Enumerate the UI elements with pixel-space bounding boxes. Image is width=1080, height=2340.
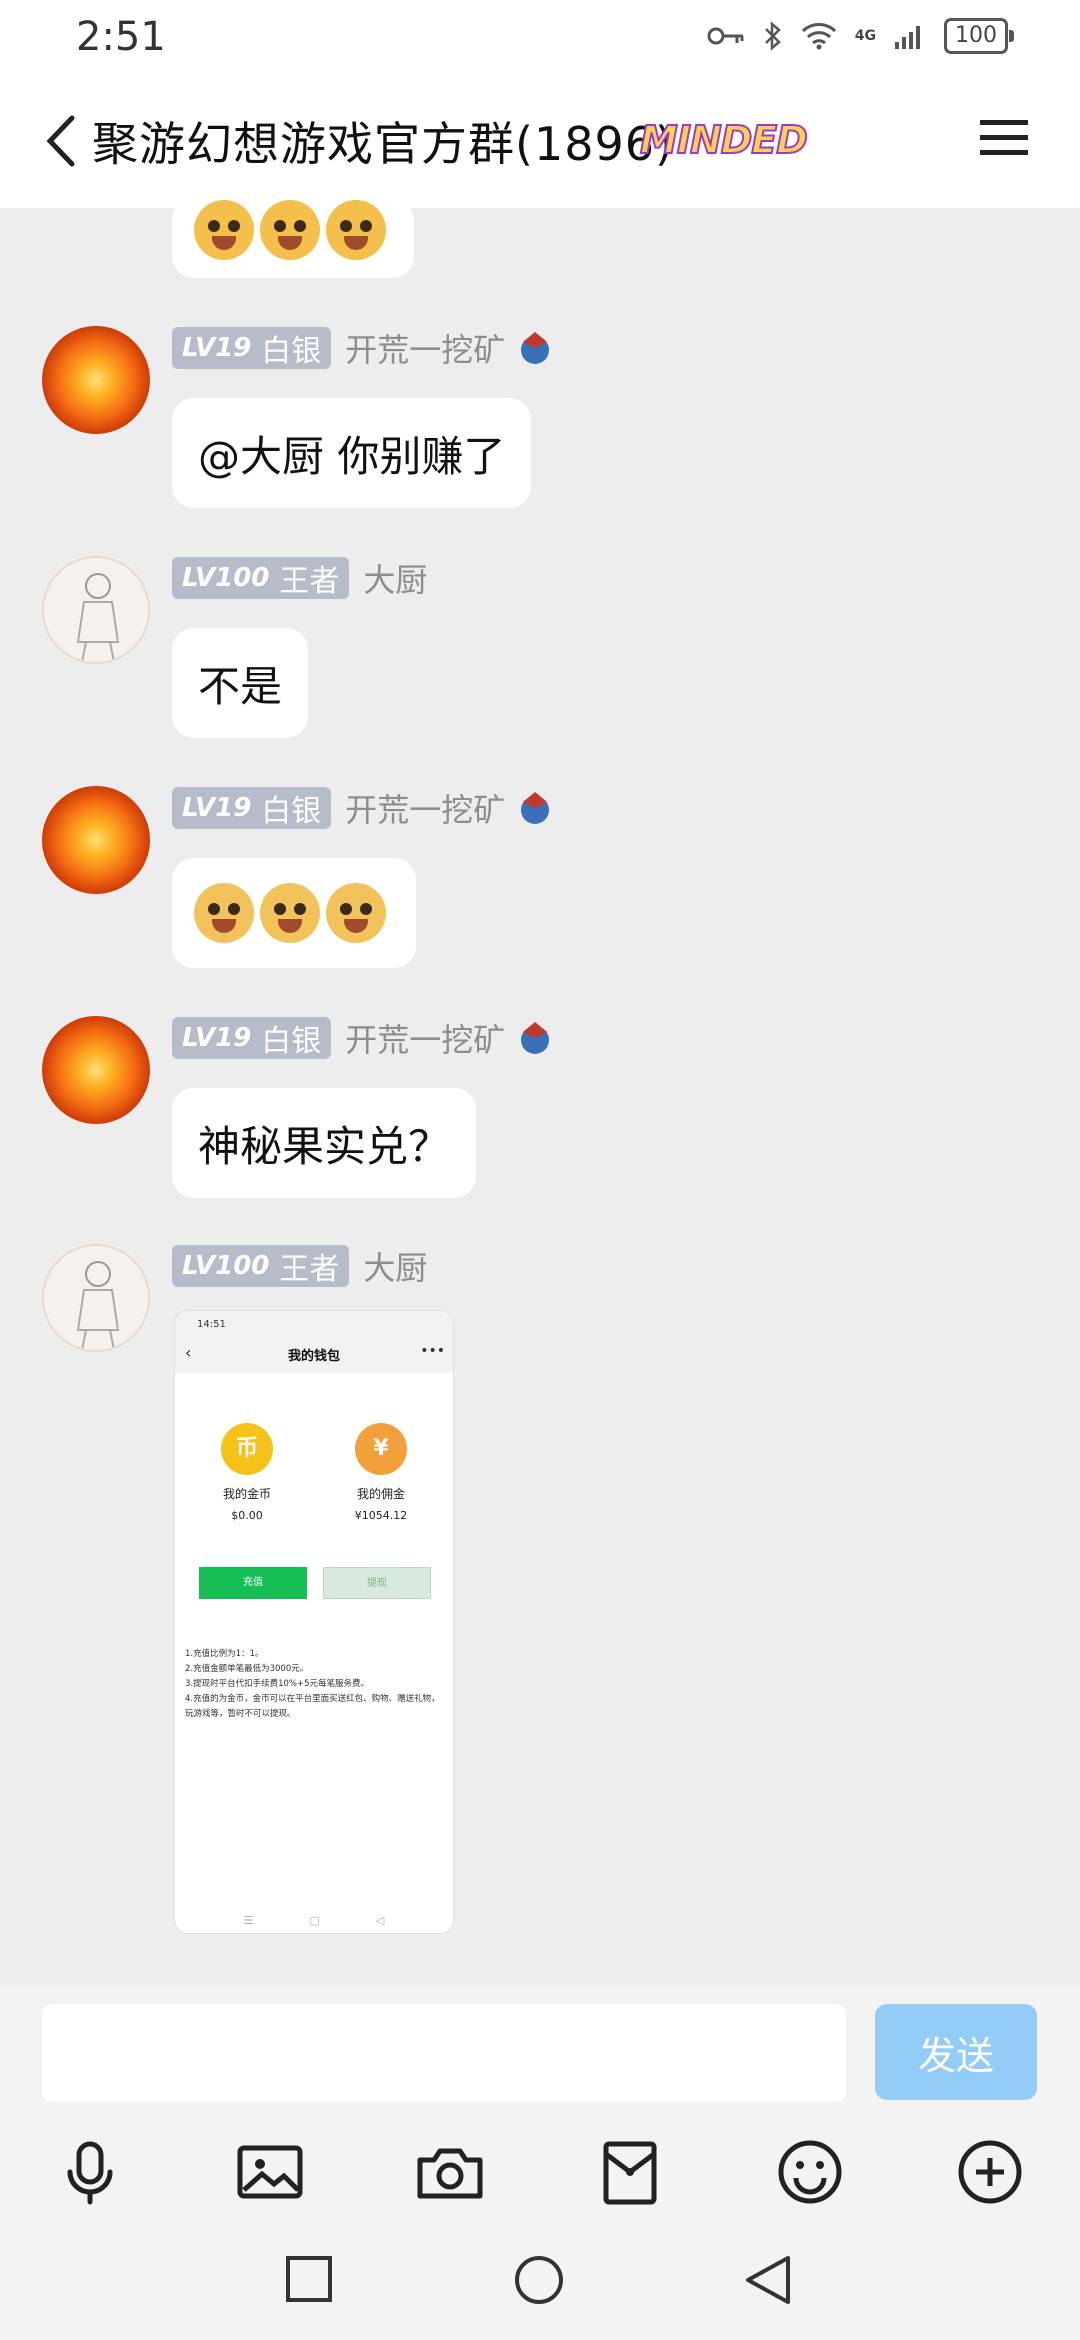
emoji-bubble[interactable]: [172, 198, 414, 278]
sender-meta: LV19 白银 开荒一挖矿: [172, 1016, 555, 1060]
thumb-withdraw-button: 提现: [323, 1567, 431, 1599]
status-time: 2:51: [76, 14, 166, 60]
message-bubble[interactable]: 不是: [172, 628, 309, 738]
sender-nickname[interactable]: 开荒一挖矿: [345, 1015, 505, 1061]
dog-face-emoji: [260, 883, 320, 943]
dragon-medal-icon: [521, 792, 550, 824]
recent-apps-icon[interactable]: [284, 2254, 334, 2304]
thumb-time: 14:51: [197, 1319, 226, 1330]
coin-icon: 币: [221, 1423, 273, 1475]
level-badge: LV100 王者: [172, 557, 350, 599]
toolbar: [0, 2136, 1080, 2216]
smile-icon[interactable]: [774, 2136, 846, 2208]
thumb-menu-icon: ☰: [243, 1914, 254, 1927]
message-bubble[interactable]: 神秘果实兑？: [172, 1088, 477, 1198]
battery-indicator: 100: [944, 18, 1014, 54]
page-title: 聚游幻想游戏官方群(1896): [92, 117, 674, 171]
avatar[interactable]: [42, 326, 150, 434]
avatar[interactable]: [42, 1244, 150, 1352]
level-badge: LV100 王者: [172, 1245, 350, 1287]
top-bar: 2:51 4G 100 聚游幻想游戏官方群(1896) MINDED: [0, 0, 1080, 208]
thumb-home-icon: ▢: [309, 1914, 320, 1927]
plus-icon[interactable]: [954, 2136, 1026, 2208]
image-icon[interactable]: [234, 2136, 306, 2208]
sender-meta: LV19 白银 开荒一挖矿: [172, 786, 555, 830]
crying-face-emoji: [326, 200, 386, 260]
sketch-avatar-icon: [76, 573, 120, 662]
send-button[interactable]: 发送: [875, 2004, 1037, 2100]
input-bar: 发送: [0, 1986, 1080, 2340]
thumb-header: 14:51 ‹ 我的钱包 •••: [175, 1311, 453, 1373]
dragon-medal-icon: [521, 332, 550, 364]
thumb-recharge-button: 充值: [199, 1567, 307, 1599]
key-icon: [707, 27, 744, 45]
camera-icon[interactable]: [414, 2136, 486, 2208]
message-input[interactable]: [42, 2004, 846, 2102]
avatar[interactable]: [42, 1016, 150, 1124]
dog-face-emoji: [194, 883, 254, 943]
thumb-nav: ☰ ▢ ◁: [175, 1914, 453, 1927]
emoji-bubble[interactable]: [172, 858, 416, 968]
level-badge: LV19 白银: [172, 327, 332, 369]
level-badge: LV19 白银: [172, 1017, 332, 1059]
sender-meta: LV100 王者 大厨: [172, 556, 427, 600]
thumb-note: 4.充值的为金币，金币可以在平台里面买送红包、购物、赠送礼物，玩游戏等，暂时不可…: [185, 1694, 440, 1719]
coins-value: $0.00: [231, 1509, 263, 1522]
thumb-note: 2.充值金额单笔最低为3000元。: [185, 1664, 309, 1674]
sketch-avatar-icon: [76, 1261, 120, 1350]
crying-face-emoji: [194, 200, 254, 260]
back-nav-icon[interactable]: [742, 2252, 794, 2308]
back-icon[interactable]: [38, 108, 88, 174]
mic-icon[interactable]: [54, 2136, 126, 2208]
home-icon[interactable]: [513, 2254, 565, 2306]
minded-badge: MINDED: [639, 117, 809, 163]
thumb-title: 我的钱包: [287, 1349, 340, 1364]
image-message[interactable]: 14:51 ‹ 我的钱包 ••• 币 ¥ 我的金币 $0.00 我的佣金 ¥10…: [174, 1310, 454, 1934]
avatar[interactable]: [42, 556, 150, 664]
crying-face-emoji: [260, 200, 320, 260]
thumb-note: 3.提现时平台代扣手续费10%+5元每笔服务费。: [185, 1679, 370, 1689]
sender-nickname[interactable]: 大厨: [363, 1243, 427, 1289]
thumb-back-nav-icon: ◁: [375, 1914, 385, 1927]
red-packet-icon[interactable]: [594, 2136, 666, 2208]
thumb-more-icon: •••: [420, 1343, 445, 1359]
network-type: 4G: [854, 28, 876, 44]
sender-nickname[interactable]: 开荒一挖矿: [345, 325, 505, 371]
commission-icon: ¥: [355, 1423, 407, 1475]
bluetooth-icon: [764, 21, 781, 51]
system-navbar: [0, 2242, 1080, 2332]
dog-face-emoji: [326, 883, 386, 943]
commission-label: 我的佣金: [356, 1487, 405, 1501]
message-bubble[interactable]: @大厨 你别赚了: [172, 398, 532, 508]
sender-nickname[interactable]: 开荒一挖矿: [345, 785, 505, 831]
level-badge: LV19 白银: [172, 787, 332, 829]
coins-label: 我的金币: [222, 1487, 271, 1501]
status-icons: 4G 100: [707, 18, 1014, 54]
avatar[interactable]: [42, 786, 150, 894]
dragon-medal-icon: [521, 1022, 550, 1054]
sender-nickname[interactable]: 大厨: [363, 555, 427, 601]
menu-icon[interactable]: [980, 118, 1028, 158]
sender-meta: LV100 王者 大厨: [172, 1244, 427, 1288]
thumb-notes: 1.充值比例为1：1。 2.充值金额单笔最低为3000元。 3.提现时平台代扣手…: [185, 1647, 447, 1722]
wifi-icon: [801, 23, 836, 50]
sender-meta: LV19 白银 开荒一挖矿: [172, 326, 555, 370]
signal-icon: [895, 26, 920, 49]
thumb-note: 1.充值比例为1：1。: [185, 1649, 264, 1659]
commission-value: ¥1054.12: [354, 1509, 408, 1522]
